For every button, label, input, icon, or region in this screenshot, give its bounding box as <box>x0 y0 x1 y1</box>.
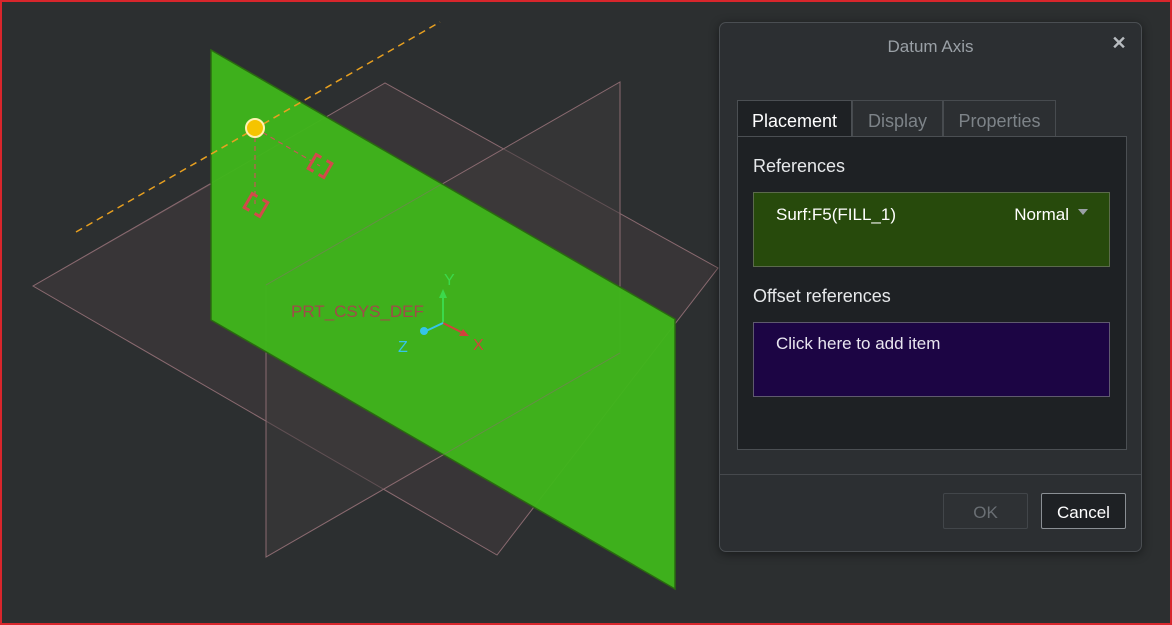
close-icon[interactable]: ✕ <box>1111 34 1127 52</box>
offset-references-label: Offset references <box>753 286 891 306</box>
references-collector[interactable]: Surf:F5(FILL_1) Normal <box>753 192 1110 267</box>
csys-label: PRT_CSYS_DEF <box>291 302 424 321</box>
ok-button[interactable]: OK <box>943 493 1028 529</box>
reference-item[interactable]: Surf:F5(FILL_1) <box>776 205 896 225</box>
references-label: References <box>753 156 846 176</box>
axis-y-label: Y <box>444 272 455 289</box>
offset-placeholder[interactable]: Click here to add item <box>776 334 940 354</box>
offset-references-collector[interactable]: Click here to add item <box>753 322 1110 397</box>
datum-axis-dialog: Datum Axis ✕ Placement Display Propertie… <box>719 22 1142 552</box>
axis-z-label: Z <box>398 339 408 356</box>
tab-placement[interactable]: Placement <box>737 100 852 137</box>
reference-point-icon[interactable] <box>245 118 265 138</box>
dialog-title: Datum Axis <box>887 37 974 56</box>
cancel-button[interactable]: Cancel <box>1041 493 1126 529</box>
dialog-divider <box>720 474 1141 475</box>
tab-display[interactable]: Display <box>852 100 943 136</box>
reference-type-select[interactable]: Normal <box>1014 205 1069 225</box>
chevron-down-icon[interactable] <box>1078 209 1088 215</box>
axis-x-label: X <box>473 337 484 354</box>
tab-properties[interactable]: Properties <box>943 100 1056 136</box>
placement-panel: References Surf:F5(FILL_1) Normal Offset… <box>737 136 1127 450</box>
